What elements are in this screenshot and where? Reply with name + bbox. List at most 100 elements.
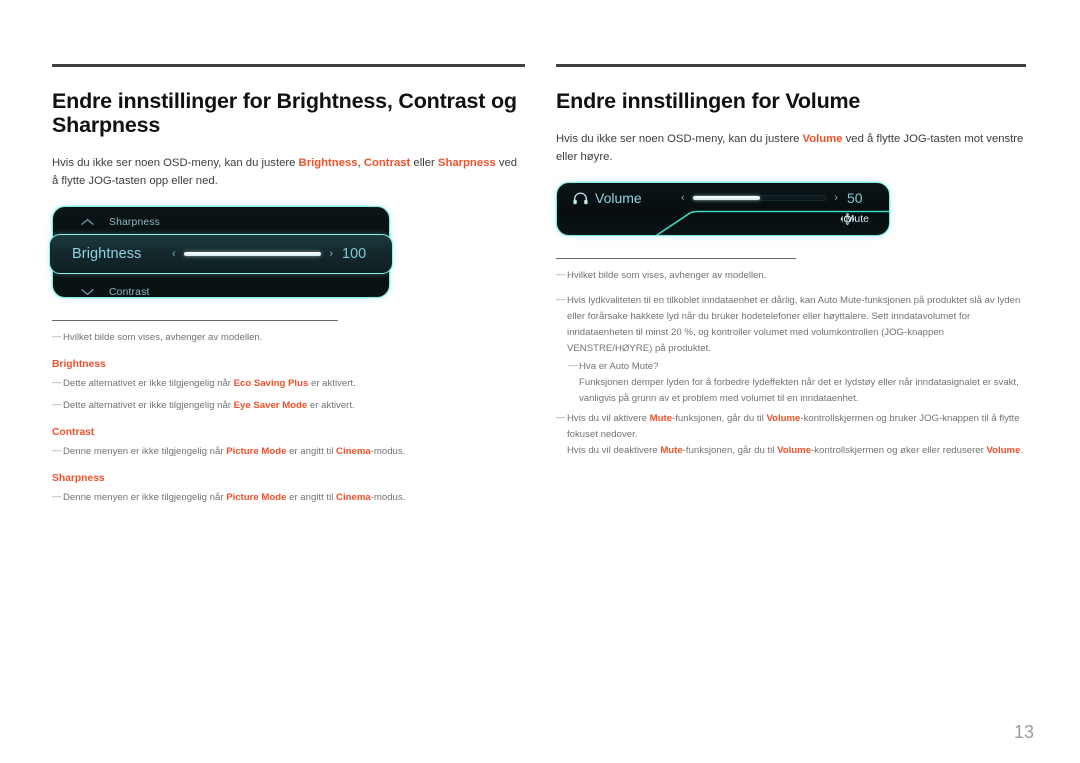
osd-volume-widget[interactable]: Volume ‹ › 50 Mute xyxy=(556,182,890,236)
intro-text-pre: Hvis du ikke ser noen OSD-meny, kan du j… xyxy=(556,133,803,145)
subheading-contrast: Contrast xyxy=(52,427,95,438)
note-text-pre: Dette alternativet er ikke tilgjengelig … xyxy=(63,378,234,389)
left-column: Endre innstillinger for Brightness, Cont… xyxy=(49,64,525,506)
keyword-volume: Volume xyxy=(802,133,843,145)
note-dash-icon: ― xyxy=(52,331,62,342)
osd-volume-label: Volume xyxy=(595,190,642,206)
keyword-contrast: Contrast xyxy=(363,157,411,169)
note-dash-icon: ― xyxy=(52,445,62,456)
intro-paragraph-left: Hvis du ikke ser noen OSD-meny, kan du j… xyxy=(52,154,525,190)
note-mute-activate: ― Hvis du vil aktivere Mute-funksjonen, … xyxy=(556,411,1026,459)
osd-row-volume[interactable]: Volume ‹ › 50 xyxy=(557,183,889,213)
keyword-sharpness: Sharpness xyxy=(437,157,496,169)
keyword-cinema: Cinema xyxy=(336,446,371,457)
note-divider-right xyxy=(556,258,796,259)
note-text-post: -modus. xyxy=(370,492,406,503)
keyword-picture-mode: Picture Mode xyxy=(226,492,287,503)
intro-paragraph-right: Hvis du ikke ser noen OSD-meny, kan du j… xyxy=(556,130,1026,166)
keyword-volume: Volume xyxy=(777,445,812,456)
note-text-pre: Hvis du vil deaktivere xyxy=(567,445,661,456)
slider-left-arrow-icon[interactable]: ‹ xyxy=(172,248,176,260)
note-text-pre: Dette alternativet er ikke tilgjengelig … xyxy=(63,400,234,411)
slider-fill xyxy=(692,196,760,200)
note-auto-mute-answer: Funksjonen demper lyden for å forbedre l… xyxy=(568,375,1026,407)
page-title-left: Endre innstillinger for Brightness, Cont… xyxy=(52,89,517,137)
mute-control[interactable]: Mute xyxy=(840,213,869,225)
chevron-up-icon xyxy=(77,218,97,226)
chevron-down-icon xyxy=(77,288,97,296)
note-text: Hvilket bilde som vises, avhenger av mod… xyxy=(567,270,767,281)
brightness-value: 100 xyxy=(342,246,367,262)
note-dash-icon: ― xyxy=(556,412,566,423)
note-text-post: -modus. xyxy=(370,446,406,457)
intro-text-pre: Hvis du ikke ser noen OSD-meny, kan du j… xyxy=(52,157,299,169)
note-contrast-picture-mode: ― Denne menyen er ikke tilgjengelig når … xyxy=(52,444,525,460)
osd-brightness-widget[interactable]: Sharpness Contrast Brightness ‹ › 100 xyxy=(49,206,393,298)
osd-volume-widget-wrap: Volume ‹ › 50 Mute xyxy=(556,182,1026,236)
note-mute-deactivate: Hvis du vil deaktivere Mute-funksjonen, … xyxy=(567,443,1026,459)
note-text-pre: Denne menyen er ikke tilgjengelig når xyxy=(63,492,227,503)
brightness-slider[interactable]: ‹ › xyxy=(172,248,333,260)
osd-selected-row-brightness[interactable]: Brightness ‹ › 100 xyxy=(49,234,393,274)
page-number: 13 xyxy=(1013,722,1034,742)
keyword-eye-saver-mode: Eye Saver Mode xyxy=(233,400,308,411)
osd-row-label-contrast: Contrast xyxy=(109,286,150,298)
note-text-post: er aktivert. xyxy=(308,378,356,389)
note-text-post: . xyxy=(1020,445,1024,456)
note-text: Funksjonen demper lyden for å forbedre l… xyxy=(579,377,1019,404)
note-text-mid: er angitt til xyxy=(286,492,337,503)
note-text-post: er aktivert. xyxy=(307,400,355,411)
slider-track[interactable] xyxy=(182,251,323,257)
intro-sep-2: eller xyxy=(410,157,438,169)
keyword-cinema: Cinema xyxy=(336,492,371,503)
slider-right-arrow-icon[interactable]: › xyxy=(834,192,838,204)
note-sharpness-picture-mode: ― Denne menyen er ikke tilgjengelig når … xyxy=(52,490,525,506)
keyword-volume: Volume xyxy=(986,445,1021,456)
note-dash-icon: ― xyxy=(52,491,62,502)
keyword-mute: Mute xyxy=(649,413,673,424)
keyword-picture-mode: Picture Mode xyxy=(226,446,287,457)
osd-mute-row[interactable]: Mute xyxy=(557,210,889,235)
keyword-eco-saving-plus: Eco Saving Plus xyxy=(233,378,309,389)
osd-selected-label: Brightness xyxy=(72,246,142,262)
note-dash-icon: ― xyxy=(52,399,62,410)
osd-row-contrast[interactable]: Contrast xyxy=(53,277,389,307)
note-text-pre: Hvis du vil aktivere xyxy=(567,413,650,424)
section-rule-left xyxy=(52,64,525,67)
osd-row-label-sharpness: Sharpness xyxy=(109,216,161,228)
osd-row-sharpness[interactable]: Sharpness xyxy=(53,207,389,237)
volume-slider[interactable]: ‹ › xyxy=(681,192,838,204)
slider-track[interactable] xyxy=(691,195,828,201)
page-title-right: Endre innstillingen for Volume xyxy=(556,89,861,113)
keyword-mute: Mute xyxy=(660,445,683,456)
section-rule-right xyxy=(556,64,1026,67)
note-text-mid2: -kontrollskjermen og øker eller redusere… xyxy=(811,445,987,456)
note-auto-mute-question: ― Hva er Auto Mute? xyxy=(568,359,1026,375)
right-column: Endre innstillingen for Volume Hvis du i… xyxy=(556,64,1026,459)
subheading-sharpness: Sharpness xyxy=(52,473,105,484)
note-dash-icon: ― xyxy=(52,377,62,388)
note-auto-mute: ― Hvis lydkvaliteten til en tilkoblet in… xyxy=(556,293,1026,357)
note-text: Hvis lydkvaliteten til en tilkoblet innd… xyxy=(567,295,1021,354)
volume-value: 50 xyxy=(847,190,863,206)
note-text-mid: -funksjonen, går du til xyxy=(682,445,778,456)
slider-right-arrow-icon[interactable]: › xyxy=(329,248,333,260)
note-dash-icon: ― xyxy=(556,294,566,305)
note-text: Hva er Auto Mute? xyxy=(579,361,659,372)
document-page: Endre innstillinger for Brightness, Cont… xyxy=(0,0,1080,763)
note-divider-left xyxy=(52,320,338,321)
note-brightness-eyesaver: ― Dette alternativet er ikke tilgjengeli… xyxy=(52,398,525,414)
note-dash-icon: ― xyxy=(556,269,566,280)
keyword-brightness: Brightness xyxy=(298,157,358,169)
note-dash-icon: ― xyxy=(568,360,578,371)
subheading-brightness: Brightness xyxy=(52,359,106,370)
note-text-mid: -funksjonen, går du til xyxy=(672,413,767,424)
note-model-left: ― Hvilket bilde som vises, avhenger av m… xyxy=(52,330,525,346)
slider-fill xyxy=(183,252,322,256)
note-brightness-eco: ― Dette alternativet er ikke tilgjengeli… xyxy=(52,376,525,392)
keyword-volume: Volume xyxy=(766,413,801,424)
headphone-icon xyxy=(573,191,588,205)
note-text-pre: Denne menyen er ikke tilgjengelig når xyxy=(63,446,227,457)
osd-brightness-widget-wrap: Sharpness Contrast Brightness ‹ › 100 xyxy=(49,206,525,298)
slider-left-arrow-icon[interactable]: ‹ xyxy=(681,192,685,204)
